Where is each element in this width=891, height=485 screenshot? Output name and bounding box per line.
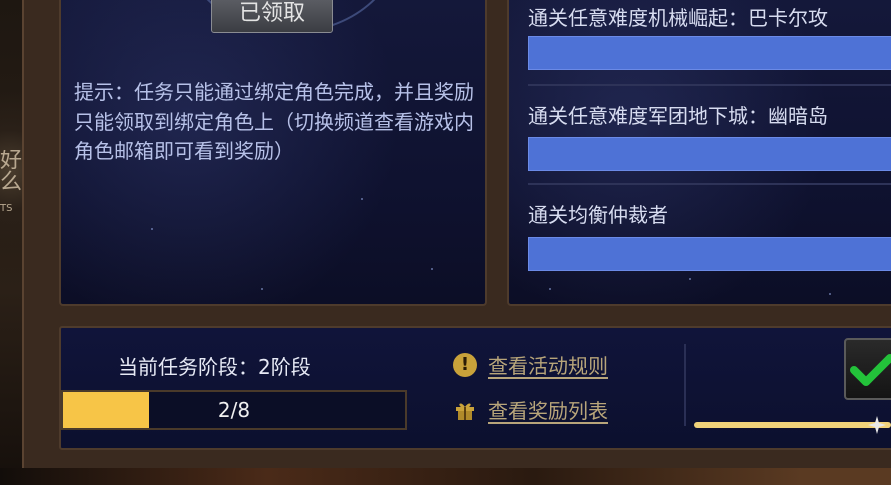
info-icon: ! [452,352,478,378]
task-progress-bar-2 [528,137,891,171]
task-label-1: 通关任意难度机械崛起：巴卡尔攻 [528,6,828,30]
hint-text: 提示：任务只能通过绑定角色完成，并且奖励只能领取到绑定角色上（切换频道查看游戏内… [74,80,474,163]
view-rules-label[interactable]: 查看活动规则 [488,350,608,379]
task-progress-bar-3: 2 [528,237,891,271]
task-label-3: 通关均衡仲裁者 [528,203,668,227]
checkmark-icon [850,354,891,386]
completed-reward-box[interactable] [844,338,891,400]
side-game-text: 好么 TS [0,150,22,214]
current-stage-label: 当前任务阶段：2阶段 [118,355,311,379]
task-label-2: 通关任意难度军团地下城：幽暗岛 [528,104,828,128]
stage-panel [59,326,891,450]
reward-progress-track [694,422,891,428]
stage-progress-text: 2/8 [217,398,251,422]
section-divider [684,344,686,426]
gift-icon [452,397,478,423]
view-rewards-label[interactable]: 查看奖励列表 [488,395,608,424]
stage-progress-bar: 2/8 [61,390,407,430]
sparkle-icon [868,416,886,434]
view-rewards-link[interactable]: 查看奖励列表 [452,395,608,424]
bottom-background-art [0,468,891,485]
task-divider [528,183,891,185]
task-progress-bar-1 [528,36,891,70]
view-rules-link[interactable]: ! 查看活动规则 [452,350,608,379]
task-divider [528,84,891,86]
claimed-button[interactable]: 已领取 [211,0,333,33]
